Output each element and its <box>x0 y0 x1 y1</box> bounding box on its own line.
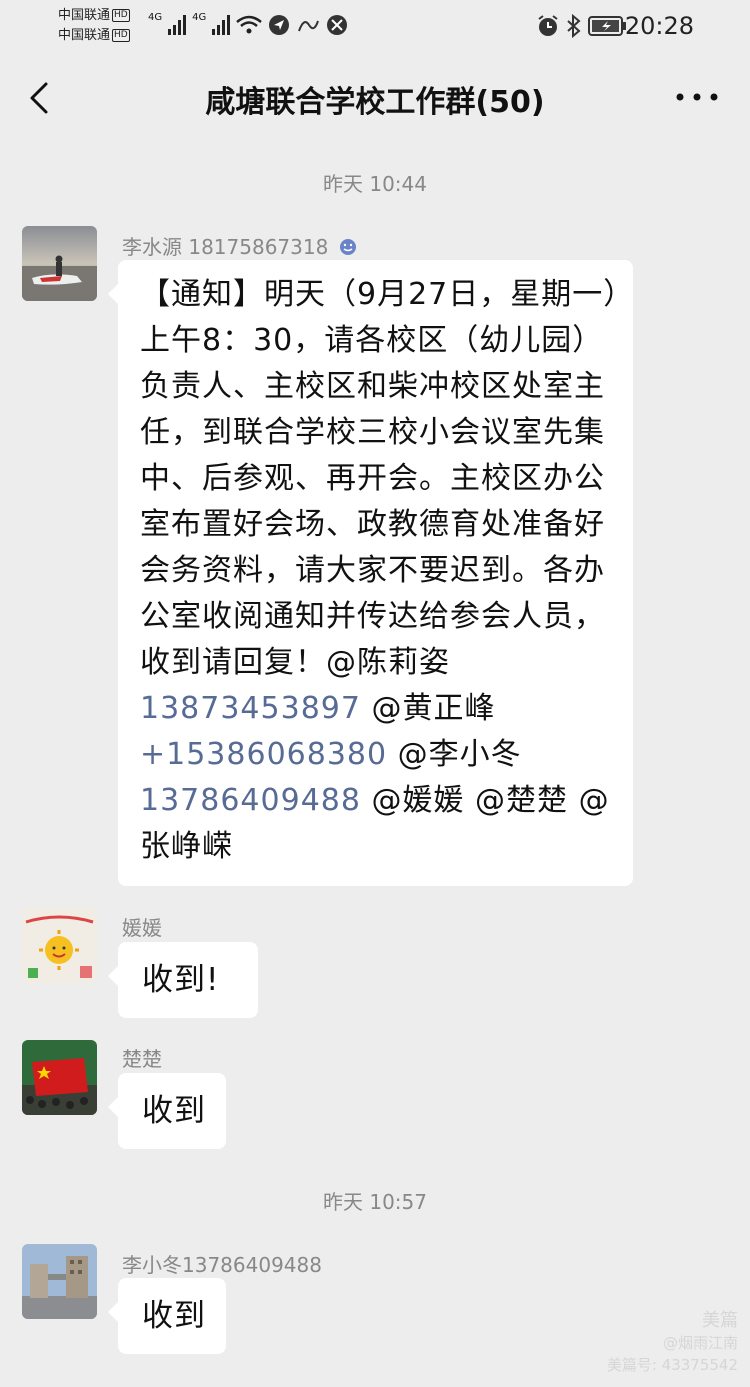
message-text: 收到 <box>142 1093 206 1129</box>
meipian-watermark: 美篇 @烟雨江南 美篇号: 43375542 <box>607 1310 738 1376</box>
message-line: 张峥嵘 <box>140 829 233 864</box>
watermark-author: @烟雨江南 <box>662 1334 738 1352</box>
location-icon <box>269 15 290 35</box>
message-timestamp: 昨天 10:44 <box>323 172 427 196</box>
message-line: 负责人、主校区和柴冲校区处室主 <box>140 369 605 404</box>
alarm-icon <box>538 15 558 36</box>
mention-text: @黄正峰 <box>360 691 496 726</box>
avatar-yuanyuan[interactable] <box>22 908 97 983</box>
notification-icon <box>327 15 348 35</box>
message-line: 任，到联合学校三校小会议室先集 <box>140 415 605 450</box>
mention-text: @媛媛 @楚楚 @ <box>360 783 610 818</box>
sender-name-text: 李水源 18175867318 <box>122 235 329 259</box>
sender-name: 楚楚 <box>122 1047 162 1071</box>
phone-link[interactable]: 13873453897 <box>140 691 361 726</box>
message-bubble[interactable]: 收到 <box>108 1073 226 1149</box>
message-line: 室布置好会场、政教德育处准备好 <box>140 507 605 542</box>
carrier-info: 中国联通 HD 中国联通 HD <box>58 6 130 46</box>
mention-text: @李小冬 <box>387 737 522 772</box>
avatar-li-shuiyuan[interactable] <box>22 226 97 301</box>
message-line: 上午8：30，请各校区（幼儿园） <box>140 323 604 358</box>
message-line: 13873453897 @黄正峰 <box>140 686 611 732</box>
signal-group: 4G 4G <box>148 11 348 36</box>
message-text: 收到! <box>142 962 220 998</box>
jetski-photo-icon <box>22 226 97 301</box>
message-line: 会务资料，请大家不要迟到。各办 <box>140 553 605 588</box>
message-line: 中、后参观、再开会。主校区办公 <box>140 461 605 496</box>
message-line: 收到请回复！@陈莉姿 <box>140 645 450 680</box>
hd-badge-1: HD <box>112 9 130 22</box>
kindergarten-sun-photo-icon <box>22 908 97 983</box>
smiley-icon <box>339 239 356 255</box>
carrier-2: 中国联通 <box>58 28 111 43</box>
message-timestamp: 昨天 10:57 <box>323 1190 427 1214</box>
chat-header: 咸塘联合学校工作群(50) <box>0 52 750 140</box>
hd-badge-2: HD <box>112 29 130 42</box>
sender-name: 媛媛 <box>122 916 162 940</box>
sender-name: 李小冬13786409488 <box>122 1253 322 1277</box>
phone-link[interactable]: 13786409488 <box>140 783 361 818</box>
message-line: 13786409488 @媛媛 @楚楚 @ <box>140 778 611 824</box>
message-line: +15386068380 @李小冬 <box>140 732 611 778</box>
more-options-icon[interactable] <box>672 82 722 112</box>
clock: 20:28 <box>624 12 694 40</box>
network-type-2: 4G <box>192 11 207 23</box>
sender-name: 李水源 18175867318 <box>122 231 357 260</box>
phone-link[interactable]: +15386068380 <box>140 737 387 772</box>
carrier-1: 中国联通 <box>58 8 111 23</box>
flag-crowd-photo-icon <box>22 1040 97 1115</box>
message-line: 公室收阅通知并传达给参会人员， <box>140 599 605 634</box>
status-bar: 中国联通 HD 中国联通 HD 4G 4G 20:28 <box>0 0 750 52</box>
campus-photo-icon <box>22 1244 97 1319</box>
app-icon <box>298 20 320 32</box>
message-bubble[interactable]: 收到 <box>108 1278 226 1354</box>
message-text: 收到 <box>142 1298 206 1334</box>
network-type-1: 4G <box>148 11 163 23</box>
system-icons <box>536 14 628 38</box>
battery-icon <box>588 16 626 36</box>
signal-icon <box>168 15 187 35</box>
message-line: 【通知】明天（9月27日，星期一） <box>140 277 635 312</box>
message-bubble[interactable]: 收到! <box>108 942 258 1018</box>
watermark-brand: 美篇 <box>702 1310 738 1331</box>
wifi-icon <box>236 15 263 34</box>
message-bubble[interactable]: 【通知】明天（9月27日，星期一） 上午8：30，请各校区（幼儿园） 负责人、主… <box>108 260 635 886</box>
avatar-li-xiaodong[interactable] <box>22 1244 97 1319</box>
signal-icon-2 <box>212 15 231 35</box>
bluetooth-icon <box>567 14 581 38</box>
avatar-chuchu[interactable] <box>22 1040 97 1115</box>
chat-title: 咸塘联合学校工作群(50) <box>205 85 545 120</box>
watermark-id: 美篇号: 43375542 <box>606 1356 738 1374</box>
